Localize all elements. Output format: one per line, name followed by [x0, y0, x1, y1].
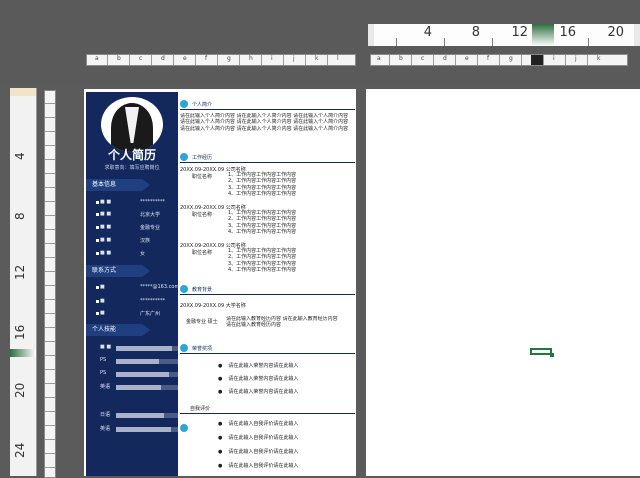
ruler-number: 20 — [607, 25, 624, 40]
ruler-number: 20 — [13, 382, 27, 398]
horizontal-ruler[interactable]: 4 8 12 16 20 — [368, 24, 640, 46]
ruler-number: 24 — [13, 442, 27, 458]
avatar — [101, 97, 163, 152]
skill-row: PS — [100, 357, 178, 365]
comment-icon — [180, 424, 188, 432]
info-row: ■ 广东广州 — [96, 310, 178, 318]
info-row: ■ ■ 北京大学 — [96, 211, 178, 219]
graduation-icon — [180, 285, 188, 293]
honor-item: 请在此输入荣誉内容请在此输入 — [218, 375, 298, 382]
info-row: ■ ■ ********** — [96, 199, 178, 207]
skill-row: PS — [100, 370, 178, 378]
section-self-eval: 自我评价 — [190, 406, 211, 412]
blank-page[interactable] — [366, 89, 640, 476]
section-honors: 荣誉奖项 — [180, 344, 355, 354]
info-row: ■ ■ 女 — [96, 250, 178, 258]
job-items: 1、工作内容工作内容工作内容 2、工作内容工作内容工作内容 3、工作内容工作内容工作… — [228, 248, 297, 274]
column-strip-left[interactable]: a b c d e f g h i j k l — [86, 54, 356, 66]
section-work: 工作经历 — [180, 153, 355, 163]
ruler-number: 16 — [559, 25, 576, 40]
job-intention: 求职意向：填写应聘岗位 — [104, 165, 160, 171]
section-intro: 个人简介 — [180, 100, 355, 110]
section-contact: 联系方式 — [86, 265, 150, 277]
ruler-number: 4 — [423, 25, 432, 40]
job-items: 1、工作内容工作内容工作内容 2、工作内容工作内容工作内容 3、工作内容工作内容工作… — [228, 210, 297, 236]
ruler-number: 8 — [471, 25, 480, 40]
self-eval-item: 请在此输入自我评价请在此输入 — [218, 420, 298, 427]
job-role: 职位名称 — [192, 174, 213, 180]
intro-text: 请在此输入个人简介内容 请在此输入个人简介内容 请在此输入个人简介内容 请在此输… — [180, 113, 349, 132]
ruler-number: 16 — [13, 324, 27, 340]
ruler-indicator — [10, 349, 36, 357]
award-icon — [180, 344, 188, 352]
edu-heading: 20XX.09-20XX.09 大学名称 — [180, 303, 246, 309]
selected-cell[interactable] — [530, 348, 554, 357]
edu-major: 金融专业 硕士 — [186, 319, 218, 325]
self-eval-item: 请在此输入自我评价请在此输入 — [218, 434, 298, 441]
edu-text: 请在此输入教育经历内容 请在此输入教育经历内容 请在此输入教育经历内容 — [226, 316, 338, 329]
section-basic-info: 基本信息 — [86, 179, 150, 191]
ruler-number: 8 — [13, 212, 27, 220]
info-row: ■ ■ 金融专业 — [96, 224, 178, 232]
section-skills: 个人技能 — [86, 324, 150, 336]
vertical-ruler[interactable]: 4 8 12 16 20 24 — [10, 88, 37, 476]
info-row: ■ ■ 汉族 — [96, 237, 178, 245]
honor-item: 请在此输入荣誉内容请在此输入 — [218, 388, 298, 395]
resume-name: 个人简历 — [107, 148, 156, 162]
ruler-indicator — [532, 24, 554, 46]
person-icon — [180, 100, 188, 108]
job-role: 职位名称 — [192, 212, 213, 218]
info-row: ■ ********** — [96, 298, 178, 306]
skill-row: 英语 — [100, 383, 178, 391]
skill-row: 英语 — [100, 425, 178, 433]
job-items: 1、工作内容工作内容工作内容 2、工作内容工作内容工作内容 3、工作内容工作内容工作… — [228, 172, 297, 198]
ruler-number: 12 — [13, 264, 27, 280]
column-strip-right[interactable]: a b c d e f g i j k — [370, 54, 628, 66]
fill-handle[interactable] — [550, 353, 554, 357]
info-row: ■ *****@163.com — [96, 284, 179, 292]
job-role: 职位名称 — [192, 250, 213, 256]
briefcase-icon — [180, 153, 188, 161]
self-eval-item: 请在此输入自我评价请在此输入 — [218, 448, 298, 455]
ruler-margin — [10, 88, 36, 96]
selected-column[interactable] — [531, 55, 543, 65]
ruler-number: 12 — [511, 25, 528, 40]
section-education: 教育背景 — [180, 285, 355, 295]
skill-row: ■ ■ — [100, 344, 178, 352]
honor-item: 请在此输入荣誉内容请在此输入 — [218, 362, 298, 369]
ruler-number: 4 — [13, 152, 27, 160]
row-strip[interactable] — [44, 90, 56, 478]
skill-row: 日语 — [100, 411, 178, 419]
self-eval-item: 请在此输入自我评价请在此输入 — [218, 462, 298, 469]
